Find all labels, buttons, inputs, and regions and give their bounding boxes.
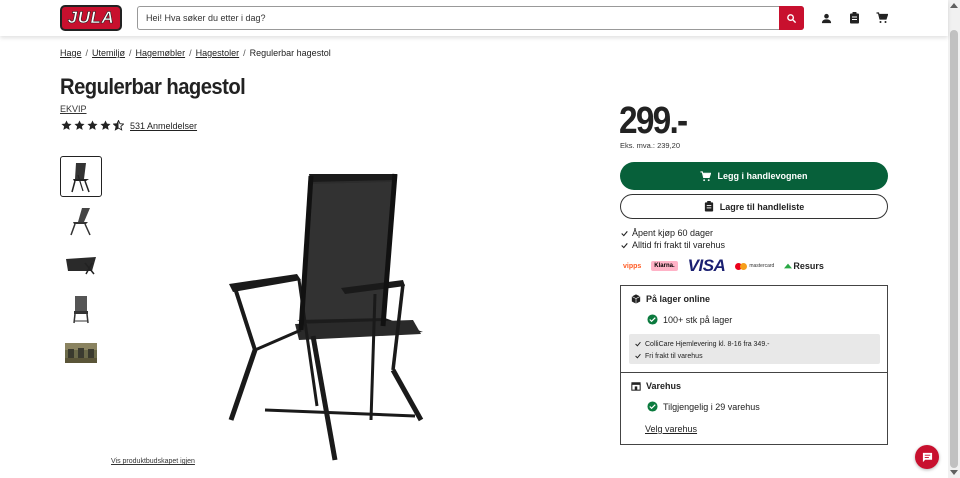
thumbnail-chair-back[interactable] (60, 288, 102, 329)
thumbnail-chair-lifestyle[interactable] (60, 332, 102, 373)
breadcrumb-hagestoler[interactable]: Hagestoler (196, 48, 240, 58)
half-star-icon (113, 120, 124, 131)
breadcrumb-separator: / (189, 48, 192, 58)
shopping-list-icon (704, 201, 713, 212)
scrollbar-thumb[interactable] (950, 30, 958, 468)
chat-icon (922, 452, 932, 462)
star-icon (87, 120, 98, 130)
payment-methods: vipps Klarna. VISA mastercard Resurs (623, 256, 824, 276)
check-icon (621, 230, 628, 236)
search-bar (137, 6, 804, 30)
breadcrumb-separator: / (243, 48, 246, 58)
online-stock-status: 100+ stk på lager (647, 314, 732, 325)
breadcrumb-hagemobler[interactable]: Hagemøbler (136, 48, 186, 58)
star-icon (74, 120, 85, 130)
thumbnail-chair-folded[interactable] (60, 244, 102, 285)
usp-item: Alltid fri frakt til varehus (621, 239, 725, 251)
online-stock-heading: På lager online (631, 294, 710, 304)
chair-illustration (228, 173, 424, 461)
delivery-item: ColliCare Hjemlevering kl. 8-16 fra 349.… (635, 338, 874, 350)
check-circle-icon (647, 401, 658, 412)
jula-logo[interactable]: JULA (60, 5, 122, 31)
breadcrumb-separator: / (85, 48, 89, 58)
shopping-list-icon[interactable] (847, 11, 861, 25)
add-to-cart-button[interactable]: Legg i handlevognen (620, 162, 888, 190)
search-input[interactable] (138, 7, 780, 29)
site-header: JULA (0, 0, 948, 36)
search-icon (787, 13, 797, 23)
thumbnail-chair-side[interactable] (60, 200, 102, 241)
price-ex-vat: Eks. mva.: 239,20 (620, 141, 681, 150)
breadcrumb-current: Regulerbar hagestol (249, 48, 331, 58)
store-stock-heading: Varehus (631, 381, 681, 391)
mastercard-logo: mastercard (735, 262, 774, 270)
resurs-logo: Resurs (784, 261, 824, 271)
cart-icon[interactable] (875, 11, 889, 25)
price: 299.- (619, 100, 688, 142)
search-button[interactable] (779, 6, 804, 30)
product-title: Regulerbar hagestol (60, 74, 246, 99)
delivery-info: ColliCare Hjemlevering kl. 8-16 fra 349.… (629, 334, 880, 364)
scroll-up-icon[interactable] (950, 3, 958, 8)
store-icon (631, 382, 641, 391)
breadcrumb-utemiljo[interactable]: Utemiljø (92, 48, 125, 58)
breadcrumb-hage[interactable]: Hage (60, 48, 82, 58)
save-to-list-button[interactable]: Lagre til handleliste (620, 194, 888, 219)
klarna-logo: Klarna. (651, 261, 678, 271)
vipps-logo: vipps (623, 262, 642, 270)
check-circle-icon (647, 314, 658, 325)
check-icon (635, 341, 641, 347)
cart-icon (700, 170, 712, 181)
visa-logo: VISA (687, 256, 726, 275)
page-scrollbar[interactable] (948, 0, 960, 478)
package-icon (631, 294, 641, 304)
star-icon (61, 120, 72, 130)
breadcrumb-separator: / (129, 48, 132, 58)
store-stock-status: Tilgjengelig i 29 varehus (647, 401, 760, 412)
star-icon (100, 120, 111, 130)
stock-panel: På lager online 100+ stk på lager ColliC… (620, 285, 888, 445)
stock-divider (621, 372, 887, 373)
choose-store-link[interactable]: Velg varehus (645, 424, 697, 434)
thumbnail-chair-front[interactable] (60, 156, 102, 197)
breadcrumb: Hage / Utemiljø / Hagemøbler / Hagestoler / … (60, 48, 331, 58)
chat-button[interactable] (915, 445, 939, 469)
save-to-list-label: Lagre til handleliste (719, 201, 805, 212)
show-package-link[interactable]: Vis produktbudskapet igjen (111, 458, 195, 465)
check-icon (621, 242, 628, 248)
scroll-down-icon[interactable] (950, 470, 958, 475)
usp-list: Åpent kjøp 60 dager Alltid fri frakt til… (621, 227, 725, 251)
product-rating[interactable]: 531 Anmeldelser (61, 120, 197, 131)
account-icon[interactable] (819, 11, 833, 25)
add-to-cart-label: Legg i handlevognen (717, 171, 808, 181)
brand-link[interactable]: EKVIP (60, 104, 87, 114)
check-icon (635, 353, 641, 359)
usp-item: Åpent kjøp 60 dager (621, 227, 725, 239)
reviews-link[interactable]: 531 Anmeldelser (130, 121, 197, 131)
product-main-image[interactable] (225, 170, 425, 462)
delivery-item: Fri frakt til varehus (635, 350, 874, 362)
